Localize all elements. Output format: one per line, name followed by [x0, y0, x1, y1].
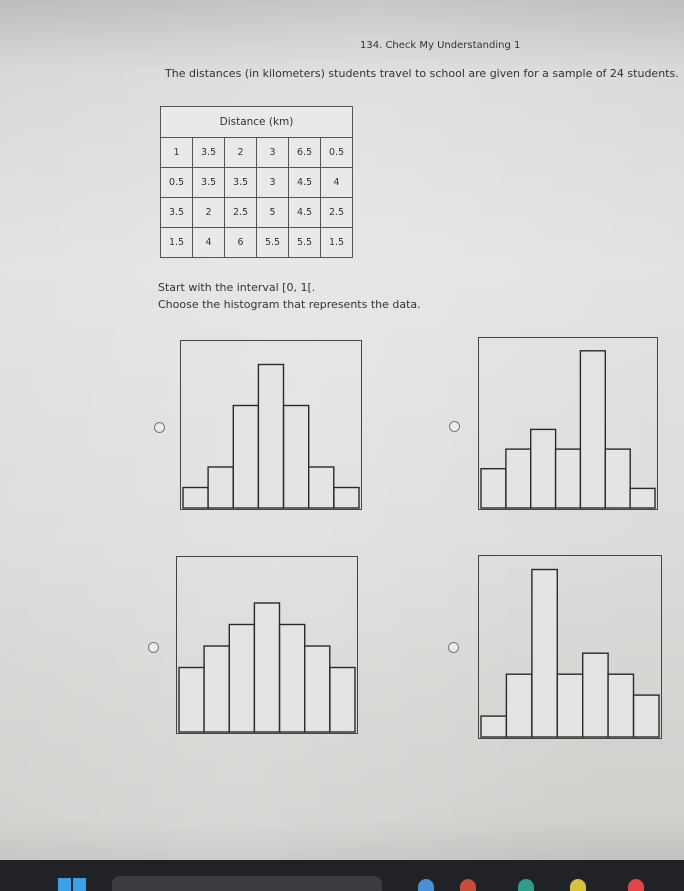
histogram-bar [556, 673, 584, 738]
histogram-bar [554, 448, 582, 509]
table-cell: 4 [320, 167, 353, 198]
taskbar-app-icon[interactable] [418, 879, 434, 891]
histogram-bar [505, 673, 533, 738]
table-cell: 3 [256, 137, 289, 168]
histogram-bar [530, 428, 557, 509]
table-cell: 2.5 [224, 197, 257, 228]
table-cell: 0.5 [320, 137, 353, 168]
option-c-histogram[interactable] [176, 556, 358, 734]
histogram-bar [278, 623, 306, 733]
table-row: 0.5 3.5 3.5 3 4.5 4 [160, 167, 353, 198]
histogram-bar [531, 568, 559, 738]
instruction-choose: Choose the histogram that represents the… [158, 298, 421, 311]
histogram-bar [228, 623, 256, 733]
histogram-bar [307, 466, 335, 509]
histogram-bar [232, 404, 260, 509]
histogram-bar [505, 448, 532, 509]
histogram-bar [632, 694, 660, 738]
windows-start-icon[interactable] [58, 878, 86, 891]
table-cell: 3 [256, 167, 289, 198]
table-row: 1.5 4 6 5.5 5.5 1.5 [160, 227, 353, 258]
histogram-bar [282, 404, 310, 509]
option-b-histogram[interactable] [478, 337, 658, 510]
table-cell: 4.5 [288, 167, 321, 198]
table-cell: 2.5 [320, 197, 353, 228]
table-header: Distance (km) [160, 106, 353, 138]
histogram-bar [607, 673, 635, 738]
question-title: 134. Check My Understanding 1 [360, 40, 521, 51]
histogram-bar [579, 350, 607, 509]
table-cell: 3.5 [192, 137, 225, 168]
option-a-histogram[interactable] [180, 340, 362, 510]
option-b-radio[interactable] [449, 421, 460, 432]
histogram-bar [480, 715, 508, 738]
histogram-bar [182, 486, 209, 509]
taskbar-app-icon[interactable] [628, 879, 644, 891]
table-cell: 1 [160, 137, 193, 168]
table-cell: 4 [192, 227, 225, 258]
histogram-bar [581, 652, 609, 738]
taskbar-app-icon[interactable] [570, 879, 586, 891]
histogram-bar [303, 645, 331, 733]
table-cell: 3.5 [160, 197, 193, 228]
option-d-histogram[interactable] [478, 555, 662, 739]
table-cell: 1.5 [320, 227, 353, 258]
search-box[interactable] [112, 876, 382, 891]
option-c-radio[interactable] [148, 642, 159, 653]
table-cell: 5 [256, 197, 289, 228]
histogram-bar [253, 602, 281, 733]
table-cell: 3.5 [224, 167, 257, 198]
option-d-radio[interactable] [448, 642, 459, 653]
table-row: 1 3.5 2 3 6.5 0.5 [160, 137, 353, 168]
option-a-radio[interactable] [154, 422, 165, 433]
table-cell: 2 [192, 197, 225, 228]
taskbar-app-icon[interactable] [518, 879, 534, 891]
histogram-bar [333, 486, 360, 509]
distance-table: Distance (km) 1 3.5 2 3 6.5 0.5 0.5 3.5 … [160, 106, 353, 258]
table-cell: 3.5 [192, 167, 225, 198]
histogram-bar [329, 666, 356, 733]
histogram-bar [604, 448, 631, 509]
histogram-bar [257, 363, 285, 509]
table-cell: 6 [224, 227, 257, 258]
table-row: 3.5 2 2.5 5 4.5 2.5 [160, 197, 353, 228]
table-cell: 5.5 [288, 227, 321, 258]
histogram-bar [207, 466, 234, 509]
histogram-bar [203, 645, 230, 733]
table-cell: 1.5 [160, 227, 193, 258]
histogram-bar [629, 487, 656, 509]
histogram-bar [480, 467, 507, 509]
question-text: The distances (in kilometers) students t… [165, 67, 679, 80]
table-cell: 2 [224, 137, 257, 168]
instruction-interval: Start with the interval [0, 1[. [158, 281, 316, 294]
table-cell: 5.5 [256, 227, 289, 258]
table-cell: 4.5 [288, 197, 321, 228]
table-cell: 6.5 [288, 137, 321, 168]
taskbar-app-icon[interactable] [460, 879, 476, 891]
table-cell: 0.5 [160, 167, 193, 198]
histogram-bar [178, 666, 205, 733]
